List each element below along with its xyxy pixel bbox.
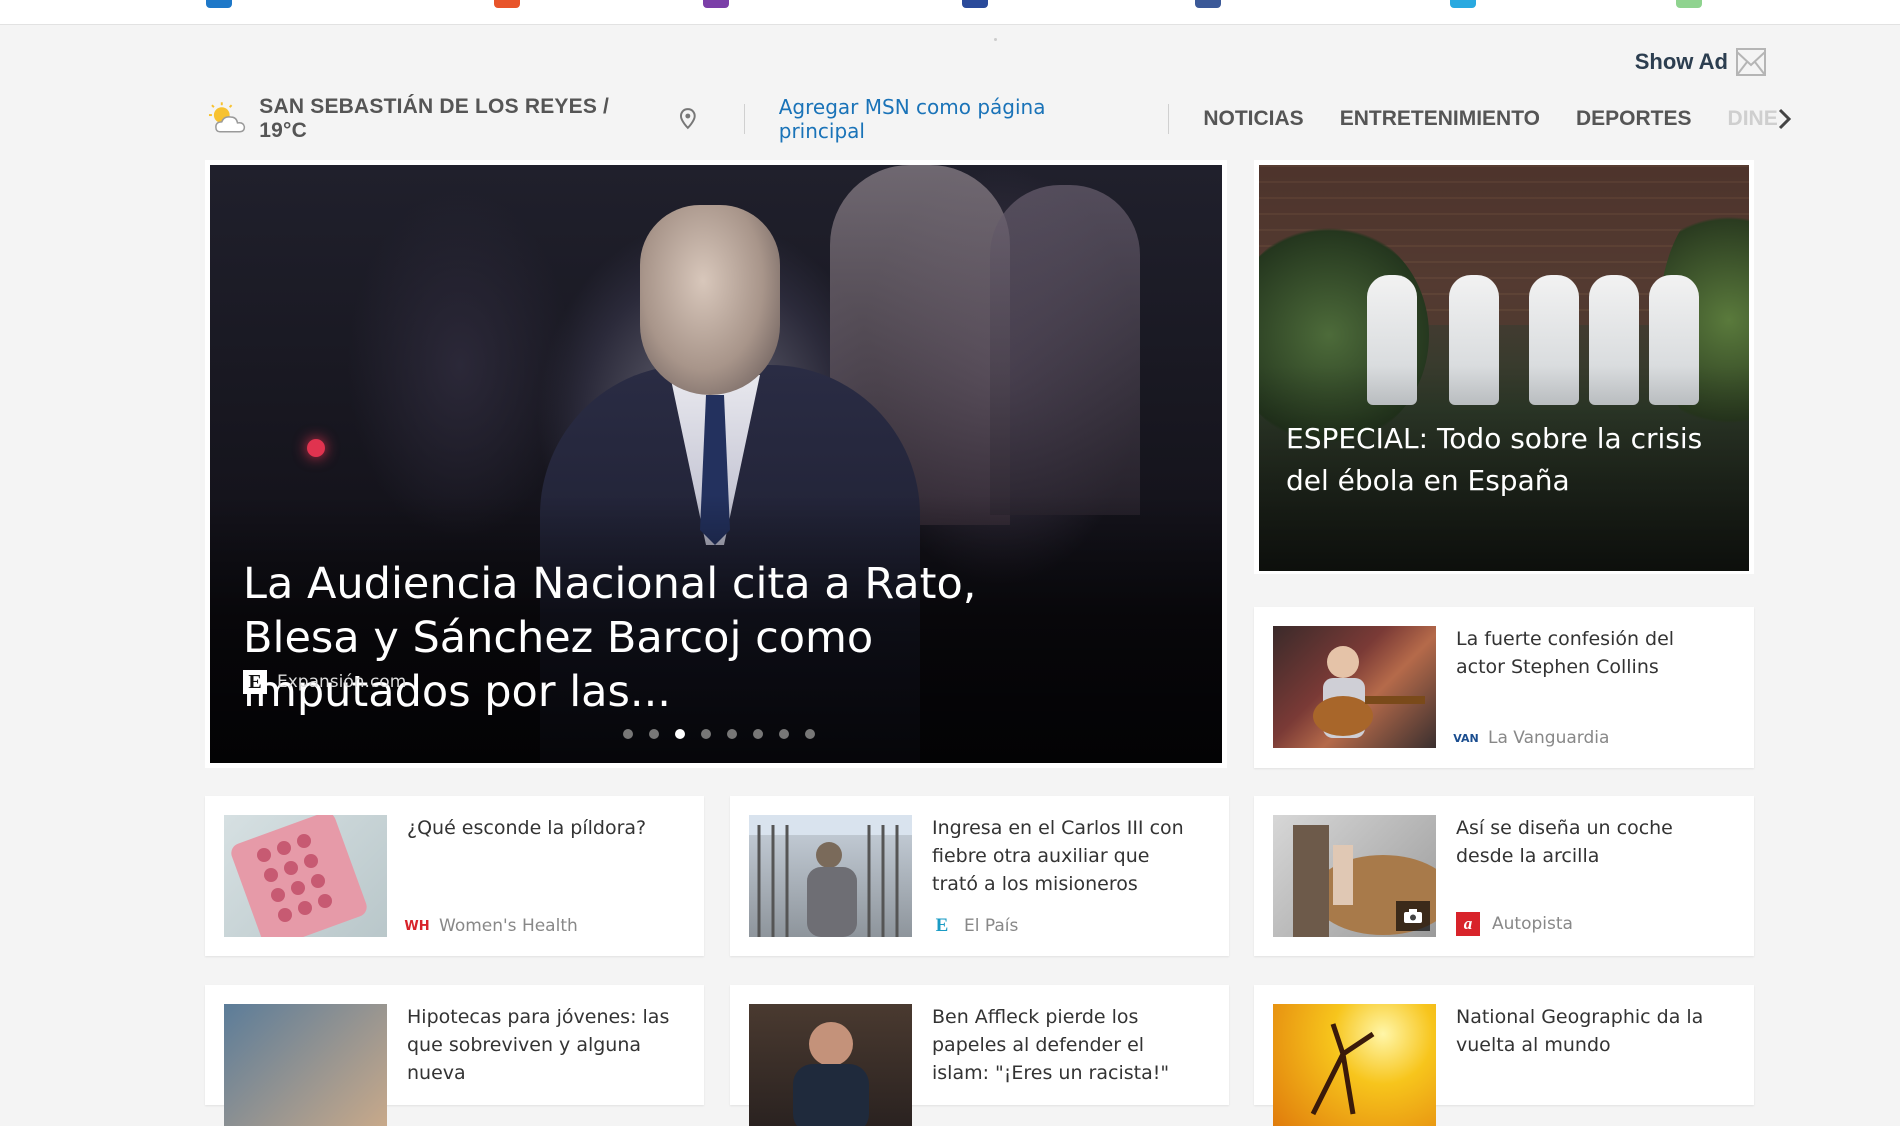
pill-pack-photo: [231, 815, 367, 937]
news-source-name: El País: [964, 916, 1019, 936]
hero-image-light: [307, 439, 325, 457]
tab-deportes[interactable]: DEPORTES: [1576, 107, 1692, 131]
nav-bar: SAN SEBASTIÁN DE LOS REYES / 19°C Agrega…: [208, 95, 1788, 143]
news-source-name: Women's Health: [439, 916, 578, 936]
news-source: WH Women's Health: [404, 916, 578, 936]
office-icon[interactable]: [494, 0, 520, 8]
news-card[interactable]: National Geographic da la vuelta al mund…: [1254, 985, 1754, 1126]
onenote-icon[interactable]: [703, 0, 729, 8]
el-pais-logo-icon: E: [935, 915, 949, 936]
carousel-dot[interactable]: [753, 729, 763, 739]
news-source: a Autopista: [1456, 912, 1573, 936]
page-indicator-dot: [994, 38, 997, 41]
carousel-dot-active[interactable]: [675, 729, 685, 739]
news-thumbnail[interactable]: [1273, 815, 1436, 937]
twitter-icon[interactable]: [1450, 0, 1476, 8]
news-thumbnail[interactable]: [224, 815, 387, 937]
hero-image-head: [640, 205, 780, 395]
news-card[interactable]: Hipotecas para jóvenes: las que sobreviv…: [205, 985, 704, 1126]
news-headline[interactable]: Ben Affleck pierde los papeles al defend…: [932, 1003, 1200, 1087]
partly-cloudy-icon: [208, 102, 246, 133]
autopista-logo-icon: a: [1456, 912, 1480, 936]
news-card[interactable]: ¿Qué esconde la píldora? WH Women's Heal…: [205, 796, 704, 956]
news-source: E El País: [932, 915, 1019, 936]
feature-image[interactable]: ESPECIAL: Todo sobre la crisis del ébola…: [1259, 165, 1749, 571]
news-source: VAN La Vanguardia: [1453, 728, 1610, 748]
news-thumbnail[interactable]: [1273, 1004, 1436, 1126]
news-headline[interactable]: Hipotecas para jóvenes: las que sobreviv…: [407, 1003, 675, 1087]
chevron-right-icon[interactable]: [1774, 104, 1796, 134]
ben-affleck-photo: [793, 1022, 869, 1126]
news-headline[interactable]: ¿Qué esconde la píldora?: [407, 814, 675, 842]
skype-icon[interactable]: [1676, 0, 1702, 8]
mail-icon: [1736, 48, 1766, 76]
news-headline[interactable]: National Geographic da la vuelta al mund…: [1456, 1003, 1724, 1059]
carousel-dot[interactable]: [649, 729, 659, 739]
camera-icon: [1396, 901, 1430, 931]
news-card[interactable]: La fuerte confesión del actor Stephen Co…: [1254, 607, 1754, 768]
hero-source: E Expansión.com: [243, 670, 406, 694]
news-thumbnail[interactable]: [224, 1004, 387, 1126]
hero-image-person: [990, 185, 1140, 515]
news-source-name: La Vanguardia: [1488, 728, 1610, 748]
news-card[interactable]: Así se diseña un coche desde la arcilla …: [1254, 796, 1754, 956]
tab-noticias[interactable]: NOTICIAS: [1203, 107, 1303, 131]
show-ad-button[interactable]: Show Ad: [1635, 48, 1766, 76]
carousel-dots: [623, 729, 815, 739]
la-vanguardia-logo-icon: VAN: [1453, 731, 1479, 745]
news-headline[interactable]: Ingresa en el Carlos III con fiebre otra…: [932, 814, 1200, 898]
top-app-bar: [0, 0, 1900, 25]
news-card[interactable]: Ingresa en el Carlos III con fiebre otra…: [730, 796, 1229, 956]
news-source-name: Autopista: [1492, 914, 1573, 934]
carousel-dot[interactable]: [623, 729, 633, 739]
guitar-photo: [1313, 646, 1425, 738]
location-pin-icon[interactable]: [678, 107, 698, 131]
carousel-dot[interactable]: [779, 729, 789, 739]
news-headline[interactable]: Así se diseña un coche desde la arcilla: [1456, 814, 1724, 870]
carousel-dot[interactable]: [727, 729, 737, 739]
outlook-icon[interactable]: [206, 0, 232, 8]
feature-headline[interactable]: ESPECIAL: Todo sobre la crisis del ébola…: [1286, 418, 1706, 502]
hero-image[interactable]: La Audiencia Nacional cita a Rato, Blesa…: [210, 165, 1222, 763]
womens-health-logo-icon: WH: [404, 918, 430, 934]
nav-divider: [1168, 104, 1170, 134]
calendar-icon[interactable]: [962, 0, 988, 8]
category-tabs: NOTICIAS ENTRETENIMIENTO DEPORTES DINE: [1203, 107, 1788, 131]
expansion-logo-icon: E: [243, 670, 267, 694]
news-thumbnail[interactable]: [749, 1004, 912, 1126]
tab-entretenimiento[interactable]: ENTRETENIMIENTO: [1340, 107, 1540, 131]
hero-headline[interactable]: La Audiencia Nacional cita a Rato, Blesa…: [243, 557, 1103, 719]
facebook-icon[interactable]: [1195, 0, 1221, 8]
weather-widget[interactable]: SAN SEBASTIÁN DE LOS REYES / 19°C: [208, 95, 698, 143]
add-msn-homepage-link[interactable]: Agregar MSN como página principal: [779, 95, 1133, 143]
news-thumbnail[interactable]: [749, 815, 912, 937]
hero-carousel[interactable]: La Audiencia Nacional cita a Rato, Blesa…: [205, 160, 1227, 768]
hero-source-name: Expansión.com: [277, 672, 407, 692]
news-headline[interactable]: La fuerte confesión del actor Stephen Co…: [1456, 625, 1724, 681]
news-card[interactable]: Ben Affleck pierde los papeles al defend…: [730, 985, 1229, 1126]
nav-divider: [743, 104, 745, 134]
feature-card[interactable]: ESPECIAL: Todo sobre la crisis del ébola…: [1254, 160, 1754, 574]
silhouette-photo: [1310, 1023, 1375, 1116]
carousel-dot[interactable]: [701, 729, 711, 739]
show-ad-label: Show Ad: [1634, 49, 1728, 74]
tab-dinero[interactable]: DINE: [1728, 107, 1778, 131]
hospital-gate-photo: [749, 815, 912, 937]
location-temperature: SAN SEBASTIÁN DE LOS REYES / 19°C: [259, 95, 610, 142]
news-thumbnail[interactable]: [1273, 626, 1436, 748]
carousel-dot[interactable]: [805, 729, 815, 739]
